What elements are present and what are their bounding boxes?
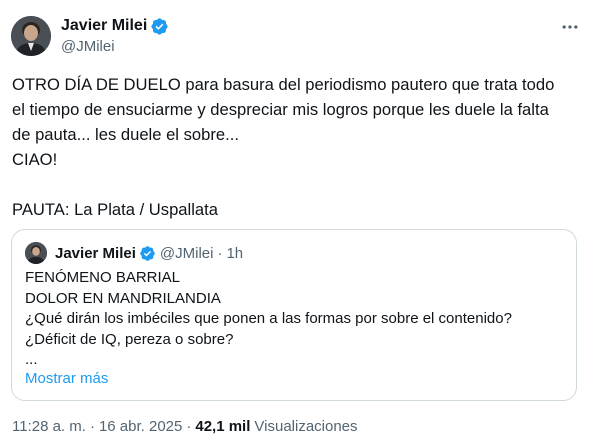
tweet: Javier Milei @JMilei OTRO DÍA DE DUELO p…: [0, 0, 597, 443]
meta-separator: ·: [186, 418, 192, 435]
quoted-timestamp[interactable]: 1h: [226, 245, 243, 262]
quoted-text-line: FENÓMENO BARRIAL: [25, 269, 181, 286]
quoted-text-line: ...: [25, 351, 38, 368]
quoted-text-line: ¿Déficit de IQ, pereza o sobre?: [25, 330, 234, 348]
show-more-link[interactable]: Mostrar más: [25, 370, 108, 387]
meta-separator: ·: [89, 418, 95, 435]
quoted-separator: ·: [217, 244, 223, 262]
quoted-author-avatar[interactable]: [25, 242, 47, 264]
tweet-text-line: de pauta... les duele el sobre...: [12, 125, 239, 144]
author-name[interactable]: Javier Milei: [61, 17, 147, 35]
author-info: Javier Milei @JMilei: [61, 15, 169, 55]
author-avatar[interactable]: [11, 16, 51, 56]
tweet-time[interactable]: 11:28 a. m.: [12, 418, 86, 435]
quoted-tweet-header: Javier Milei @JMilei · 1h: [25, 242, 243, 264]
more-options-icon[interactable]: [557, 14, 583, 40]
tweet-text: OTRO DÍA DE DUELO para basura del period…: [12, 72, 587, 222]
author-handle[interactable]: @JMilei: [61, 38, 169, 55]
views-label: Visualizaciones: [254, 418, 358, 435]
quoted-author-name[interactable]: Javier Milei: [55, 245, 136, 262]
tweet-text-line: PAUTA: La Plata / Uspallata: [12, 200, 218, 219]
tweet-text-line: CIAO!: [12, 150, 58, 169]
quoted-text-line: ¿Qué dirán los imbéciles que ponen a las…: [25, 310, 512, 327]
tweet-text-line: el tiempo de ensuciarme y despreciar mis…: [12, 100, 549, 119]
tweet-meta: 11:28 a. m. · 16 abr. 2025 · 42,1 mil Vi…: [12, 418, 358, 435]
tweet-text-line: OTRO DÍA DE DUELO para basura del period…: [12, 75, 555, 94]
verified-badge-icon: [139, 245, 156, 262]
quoted-text-line: DOLOR EN MANDRILANDIA: [25, 289, 221, 307]
quoted-tweet-text: FENÓMENO BARRIAL DOLOR EN MANDRILANDIA ¿…: [25, 268, 565, 371]
quoted-tweet[interactable]: Javier Milei @JMilei · 1h FENÓMENO BARRI…: [11, 229, 577, 401]
tweet-date[interactable]: 16 abr. 2025: [99, 418, 182, 435]
quoted-author-handle[interactable]: @JMilei: [160, 245, 214, 262]
views-count: 42,1 mil: [195, 418, 251, 435]
tweet-text-blank-line: [12, 172, 587, 197]
verified-badge-icon: [150, 17, 169, 36]
